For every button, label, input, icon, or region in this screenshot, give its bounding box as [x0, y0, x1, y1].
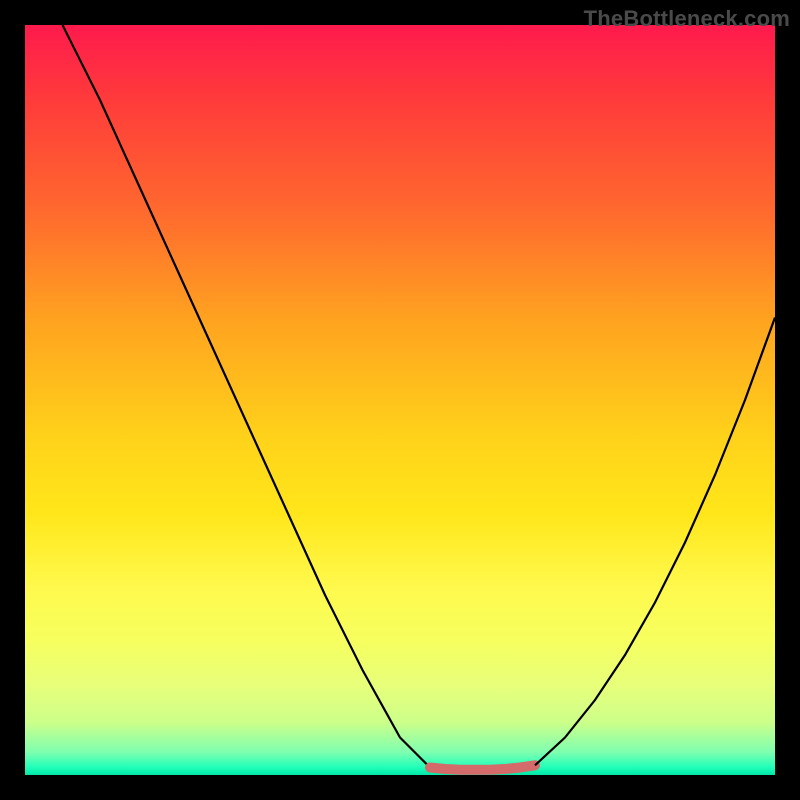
right-curve [535, 318, 775, 766]
marker-band [430, 765, 535, 770]
watermark: TheBottleneck.com [584, 6, 790, 32]
left-curve [63, 25, 431, 768]
chart-svg [25, 25, 775, 775]
chart-frame: TheBottleneck.com [0, 0, 800, 800]
plot-area [25, 25, 775, 775]
